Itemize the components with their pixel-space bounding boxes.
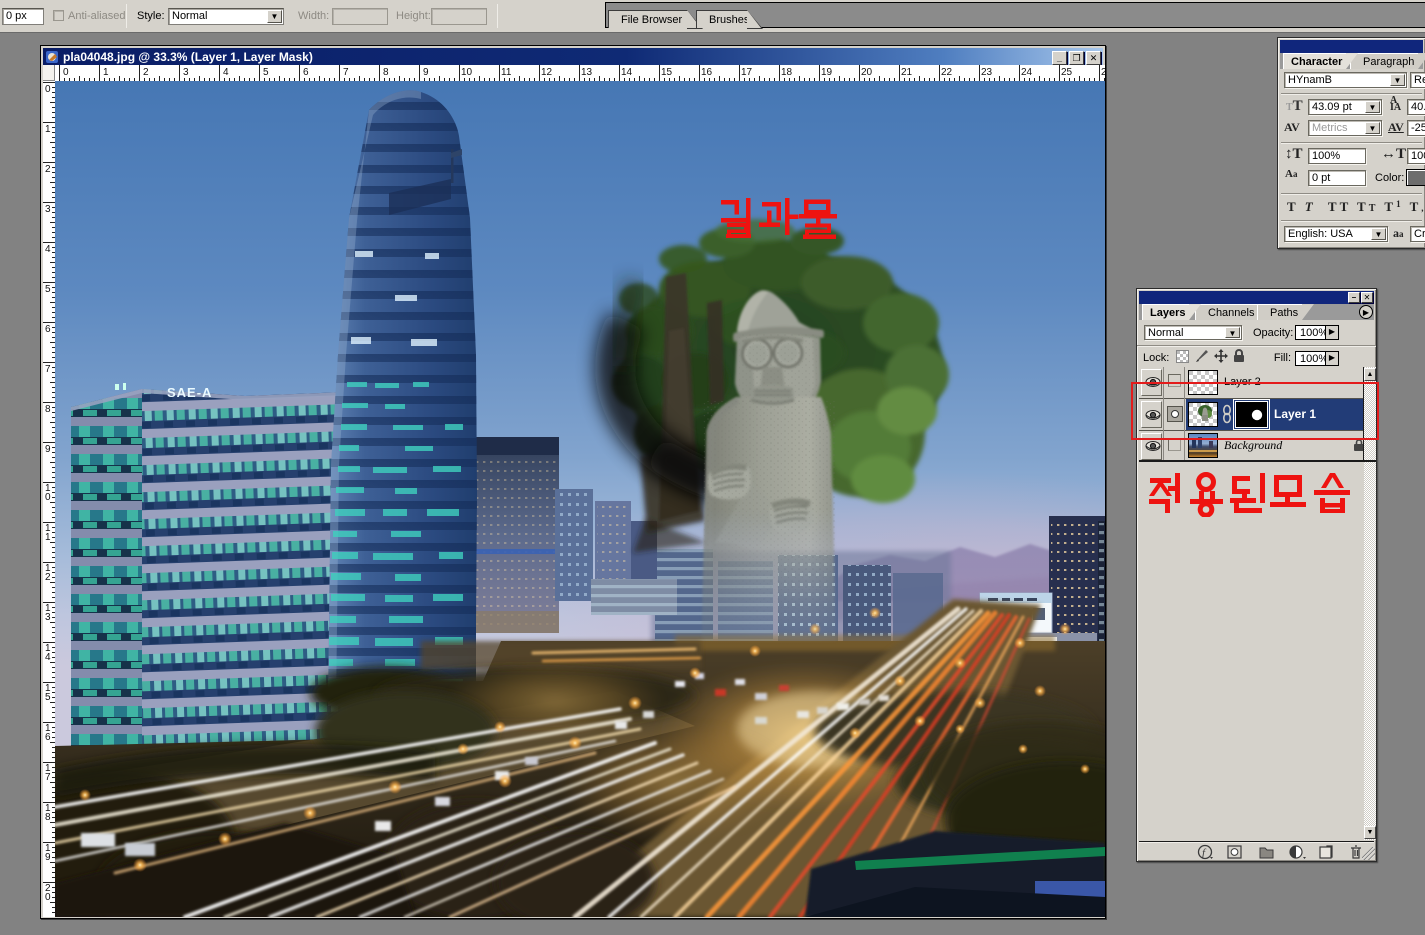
svg-text:2: 2 — [45, 572, 51, 583]
svg-text:0: 0 — [63, 67, 69, 78]
svg-text:7: 7 — [343, 67, 349, 78]
svg-text:12: 12 — [541, 67, 553, 78]
svg-text:10: 10 — [461, 67, 473, 78]
svg-text:1: 1 — [103, 67, 109, 78]
svg-text:21: 21 — [901, 67, 913, 78]
svg-text:7: 7 — [45, 364, 51, 375]
svg-text:4: 4 — [223, 67, 229, 78]
svg-text:9: 9 — [423, 67, 429, 78]
svg-text:4: 4 — [45, 652, 51, 663]
svg-text:3: 3 — [45, 612, 51, 623]
svg-text:2: 2 — [143, 67, 149, 78]
svg-text:17: 17 — [741, 67, 753, 78]
svg-text:1: 1 — [45, 532, 51, 543]
svg-text:22: 22 — [941, 67, 953, 78]
svg-text:24: 24 — [1021, 67, 1033, 78]
svg-text:4: 4 — [45, 244, 51, 255]
svg-text:6: 6 — [45, 324, 51, 335]
svg-text:5: 5 — [45, 692, 51, 703]
svg-text:6: 6 — [303, 67, 309, 78]
svg-text:2: 2 — [45, 164, 51, 175]
svg-text:8: 8 — [45, 404, 51, 415]
svg-text:14: 14 — [621, 67, 633, 78]
svg-text:8: 8 — [45, 812, 51, 823]
svg-text:20: 20 — [861, 67, 873, 78]
svg-text:5: 5 — [263, 67, 269, 78]
svg-text:0: 0 — [45, 892, 51, 903]
svg-text:0: 0 — [45, 492, 51, 503]
svg-text:1: 1 — [45, 124, 51, 135]
svg-text:3: 3 — [45, 204, 51, 215]
svg-text:18: 18 — [781, 67, 793, 78]
svg-text:2: 2 — [1101, 67, 1105, 78]
svg-text:15: 15 — [661, 67, 673, 78]
svg-text:11: 11 — [501, 67, 512, 78]
svg-text:16: 16 — [701, 67, 713, 78]
svg-text:7: 7 — [45, 772, 51, 783]
svg-text:SAE-A: SAE-A — [167, 385, 212, 400]
svg-text:6: 6 — [45, 732, 51, 743]
svg-text:13: 13 — [581, 67, 593, 78]
svg-text:3: 3 — [183, 67, 189, 78]
svg-text:19: 19 — [821, 67, 833, 78]
svg-text:0: 0 — [45, 84, 51, 95]
svg-text:5: 5 — [45, 284, 51, 295]
svg-text:23: 23 — [981, 67, 993, 78]
svg-text:25: 25 — [1061, 67, 1073, 78]
svg-text:8: 8 — [383, 67, 389, 78]
svg-text:9: 9 — [45, 444, 51, 455]
svg-text:9: 9 — [45, 852, 51, 863]
svg-text:f: f — [1202, 847, 1207, 859]
